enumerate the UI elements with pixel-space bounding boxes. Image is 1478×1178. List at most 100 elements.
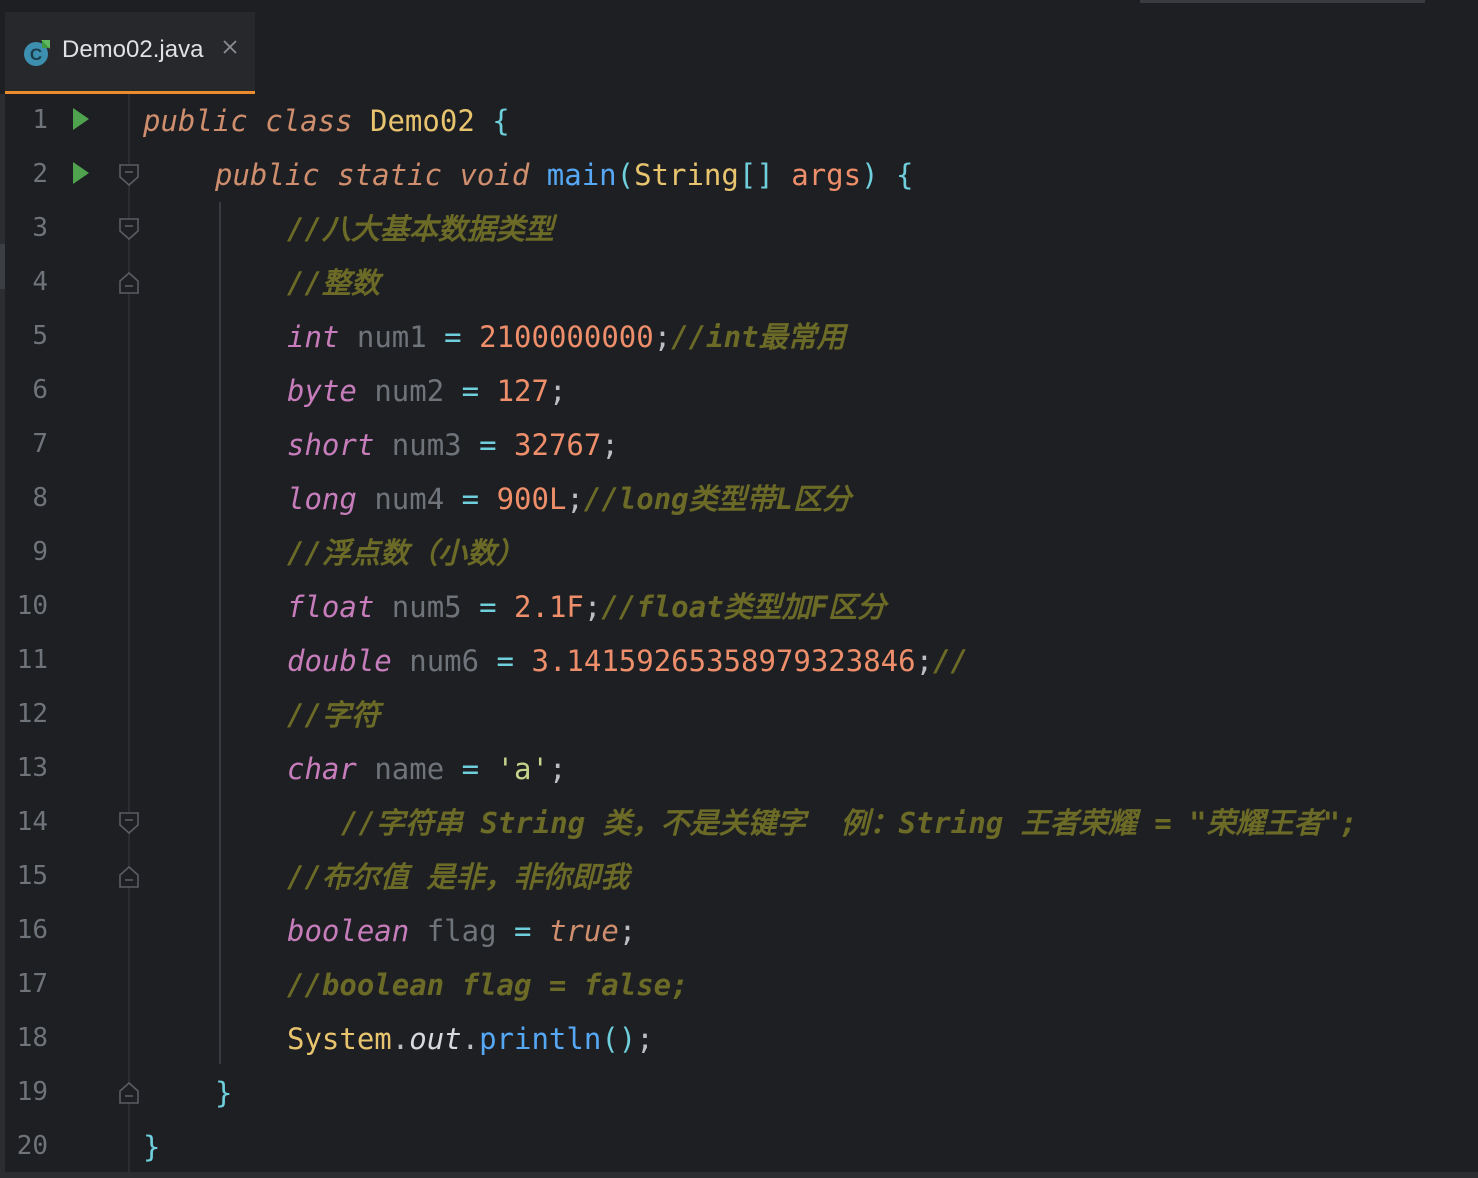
line-number: 6 [32, 375, 48, 405]
code-line[interactable]: 4 //整数 [0, 256, 1478, 310]
line-number: 3 [32, 213, 48, 243]
code-text[interactable]: //浮点数（小数） [287, 536, 525, 570]
fold-close-icon[interactable] [118, 271, 140, 295]
code-token: ; [548, 374, 567, 408]
code-token: //float类型加F区分 [601, 590, 887, 624]
ide-window: C Demo02.java 1 public class Demo02 {2 pub… [0, 0, 1478, 1178]
fold-open-icon[interactable] [118, 163, 140, 187]
code-token: //字符串 String 类，不是关键字 例：String 王者荣耀 = "荣耀… [341, 806, 1358, 840]
code-token: ; [636, 1022, 654, 1056]
code-line[interactable]: 1 public class Demo02 { [0, 94, 1478, 148]
code-line[interactable]: 15 //布尔值 是非，非你即我 [0, 850, 1478, 904]
code-token: //布尔值 是非，非你即我 [287, 860, 630, 894]
code-token: ; [915, 644, 934, 678]
code-text[interactable]: public class Demo02 { [143, 104, 510, 138]
code-editor[interactable]: 1 public class Demo02 {2 public static voi… [0, 94, 1478, 1174]
line-number: 14 [16, 807, 48, 837]
code-token: [] [738, 158, 774, 192]
close-icon[interactable] [221, 38, 239, 56]
code-line[interactable]: 14 //字符串 String 类，不是关键字 例：String 王者荣耀 = "… [0, 796, 1478, 850]
code-token: long [287, 482, 357, 516]
code-token: = [479, 590, 497, 624]
code-token: println [479, 1022, 602, 1056]
fold-open-icon[interactable] [118, 217, 140, 241]
code-text[interactable]: System.out.println(); [287, 1022, 654, 1056]
code-text[interactable]: //boolean flag = false; [287, 968, 689, 1002]
code-line[interactable]: 17 //boolean flag = false; [0, 958, 1478, 1012]
code-token: //整数 [287, 266, 380, 300]
code-text[interactable]: long num4 = 900L;//long类型带L区分 [287, 482, 851, 516]
code-line[interactable]: 13 char name = 'a'; [0, 742, 1478, 796]
line-number: 10 [16, 591, 48, 621]
code-text[interactable]: byte num2 = 127; [287, 374, 566, 408]
code-text[interactable]: public static void main(String[] args) { [215, 158, 914, 192]
line-number: 4 [32, 267, 48, 297]
code-token: 900L [496, 482, 567, 516]
code-text[interactable]: double num6 = 3.14159265358979323846;// [287, 644, 968, 678]
code-token: = [496, 644, 515, 678]
code-token: ; [583, 590, 602, 624]
code-text[interactable]: boolean flag = true; [287, 914, 636, 948]
fold-close-icon[interactable] [118, 1081, 140, 1105]
run-icon[interactable] [70, 106, 92, 132]
code-line[interactable]: 20} [0, 1120, 1478, 1174]
code-line[interactable]: 2 public static void main(String[] args) … [0, 148, 1478, 202]
code-token: ; [566, 482, 584, 516]
fold-close-icon[interactable] [118, 865, 140, 889]
code-text[interactable]: //整数 [287, 266, 380, 300]
code-line[interactable]: 10 float num5 = 2.1F;//float类型加F区分 [0, 580, 1478, 634]
code-text[interactable]: //八大基本数据类型 [287, 212, 554, 246]
code-token: //字符 [287, 698, 380, 732]
run-icon[interactable] [70, 160, 92, 186]
line-number: 17 [16, 969, 48, 999]
line-number: 20 [16, 1131, 48, 1161]
code-line[interactable]: 6 byte num2 = 127; [0, 364, 1478, 418]
line-number: 8 [32, 483, 48, 513]
code-text[interactable]: short num3 = 32767; [287, 428, 619, 462]
editor-tab[interactable]: C Demo02.java [5, 12, 255, 95]
code-text[interactable]: } [215, 1076, 232, 1110]
code-text[interactable]: //布尔值 是非，非你即我 [287, 860, 629, 894]
code-token: true [548, 914, 619, 948]
code-text[interactable]: } [143, 1130, 160, 1164]
code-line[interactable]: 16 boolean flag = true; [0, 904, 1478, 958]
code-line[interactable]: 12 //字符 [0, 688, 1478, 742]
code-token: () [601, 1022, 637, 1056]
svg-text:C: C [30, 45, 42, 64]
code-text[interactable]: //字符串 String 类，不是关键字 例：String 王者荣耀 = "荣耀… [341, 806, 1358, 840]
code-token: = [479, 428, 497, 462]
code-line[interactable]: 5 int num1 = 2100000000;//int最常用 [0, 310, 1478, 364]
code-token: num2 [374, 374, 445, 408]
code-line[interactable]: 9 //浮点数（小数） [0, 526, 1478, 580]
code-line[interactable]: 8 long num4 = 900L;//long类型带L区分 [0, 472, 1478, 526]
code-line[interactable]: 19} [0, 1066, 1478, 1120]
code-line[interactable]: 7 short num3 = 32767; [0, 418, 1478, 472]
code-text[interactable]: int num1 = 2100000000;//int最常用 [287, 320, 846, 354]
code-token: ( [616, 158, 635, 192]
code-line[interactable]: 18 System.out.println(); [0, 1012, 1478, 1066]
code-line[interactable]: 3 //八大基本数据类型 [0, 202, 1478, 256]
line-number: 12 [16, 699, 48, 729]
code-token: double [287, 644, 392, 678]
code-line[interactable]: 11 double num6 = 3.14159265358979323846;/… [0, 634, 1478, 688]
code-token: // [933, 644, 968, 678]
code-text[interactable]: float num5 = 2.1F;//float类型加F区分 [287, 590, 886, 624]
code-token: byte [287, 374, 357, 408]
line-number: 9 [32, 537, 48, 567]
line-number: 7 [32, 429, 48, 459]
code-token: boolean [287, 914, 410, 948]
code-text[interactable]: //字符 [287, 698, 380, 732]
code-token: num3 [391, 428, 462, 462]
code-token: flag [426, 914, 497, 948]
code-text[interactable]: char name = 'a'; [287, 752, 566, 786]
fold-open-icon[interactable] [118, 811, 140, 835]
code-token: public [143, 104, 248, 138]
